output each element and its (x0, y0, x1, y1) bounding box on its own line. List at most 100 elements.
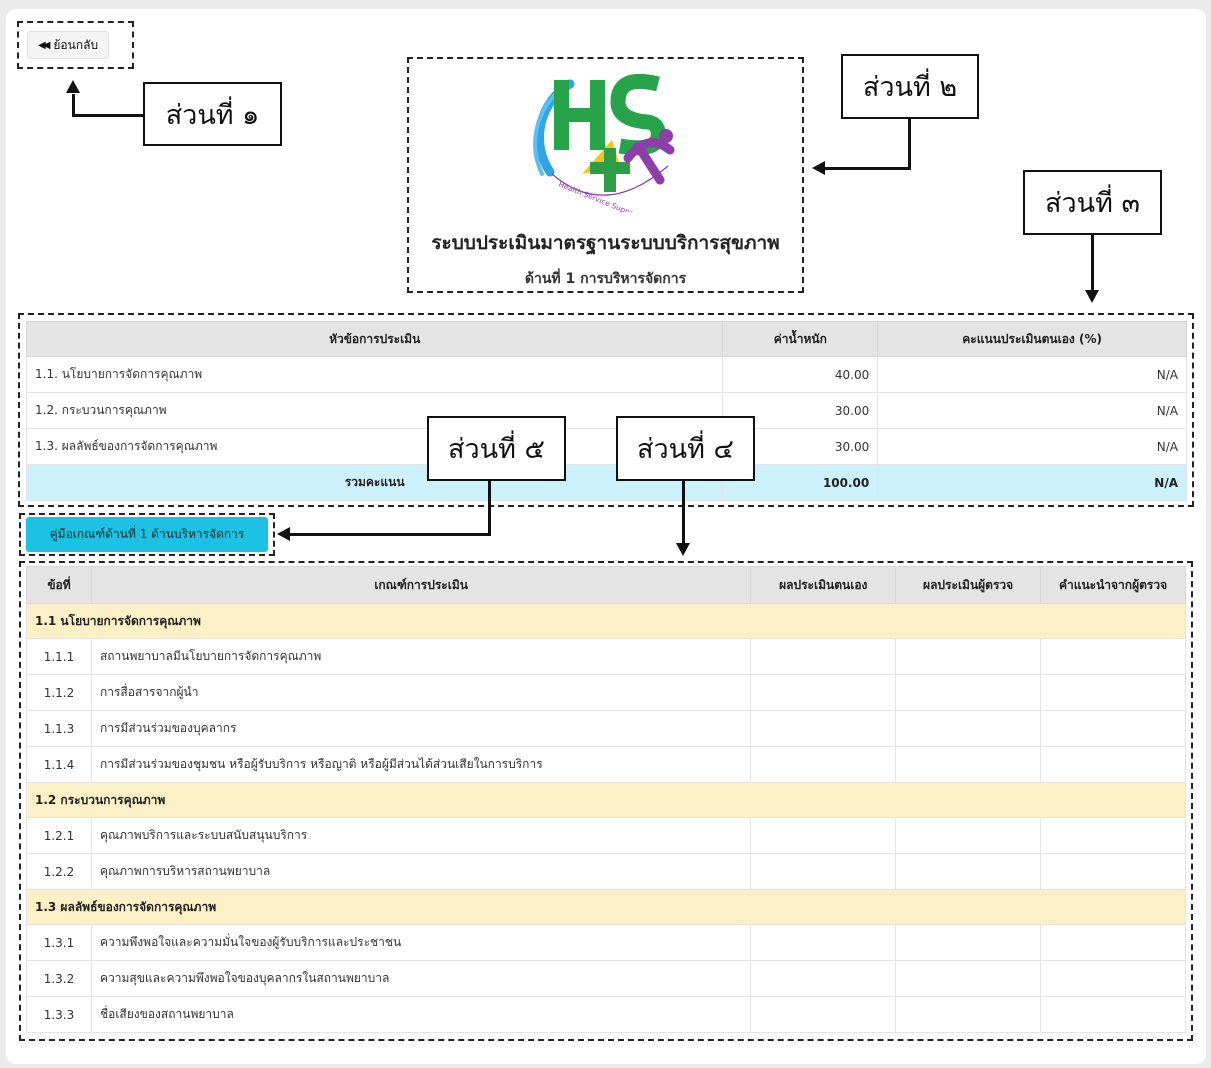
criteria-no: 1.3.3 (26, 996, 92, 1033)
header-no: ข้อที่ (26, 566, 92, 604)
svg-text:Health Service Support Standar: Health Service Support Standard System (557, 180, 690, 212)
group-title: 1.3 ผลลัพธ์ของการจัดการคุณภาพ (26, 889, 1186, 925)
inspector-result-cell (895, 853, 1042, 890)
summary-row: 1.3. ผลลัพธ์ของการจัดการคุณภาพ 30.00 N/A (25, 428, 1187, 465)
inspector-result-cell (895, 817, 1042, 854)
hs4-logo: Health Service Support Standard System (520, 62, 703, 245)
back-button[interactable]: ◀◀ ย้อนกลับ (27, 31, 110, 59)
page-title: ระบบประเมินมาตรฐานระบบบริการสุขภาพ (431, 232, 780, 254)
callout5-connector (488, 480, 491, 536)
callout-part5: ส่วนที่ ๕ (427, 416, 566, 481)
group-title: 1.2 กระบวนการคุณภาพ (26, 782, 1186, 818)
page-subtitle: ด้านที่ 1 การบริหารจัดการ (524, 271, 687, 287)
inspector-result-cell (895, 638, 1042, 675)
summary-score: N/A (877, 428, 1187, 465)
self-result-cell (750, 746, 897, 783)
callout-part2: ส่วนที่ ๒ (841, 54, 979, 119)
criteria-text: ชื่อเสียงของสถานพยาบาล (90, 996, 752, 1033)
header-inspector-advice: คำแนะนำจากผู้ตรวจ (1040, 566, 1186, 604)
criteria-no: 1.3.1 (26, 924, 92, 961)
summary-total-row: รวมคะแนน 100.00 N/A (25, 464, 1187, 501)
criteria-text: การสื่อสารจากผู้นำ (90, 674, 752, 711)
callout-part1: ส่วนที่ ๑ (143, 82, 282, 146)
criteria-row: 1.1.2 การสื่อสารจากผู้นำ (26, 674, 1186, 711)
inspector-advice-cell (1040, 924, 1186, 961)
self-result-cell (750, 710, 897, 747)
callout2-connector (908, 118, 911, 170)
criteria-no: 1.2.2 (26, 853, 92, 890)
criteria-text: ความพึงพอใจและความมั่นใจของผู้รับบริการแ… (90, 924, 752, 961)
callout-part4: ส่วนที่ ๔ (616, 416, 755, 481)
criteria-text: การมีส่วนร่วมของบุคลากร (90, 710, 752, 747)
inspector-result-cell (895, 710, 1042, 747)
criteria-header-row: ข้อที่ เกณฑ์การประเมิน ผลประเมินตนเอง ผล… (26, 566, 1186, 604)
criteria-row: 1.3.2 ความสุขและความพึงพอใจของบุคลากรในส… (26, 960, 1186, 997)
callout-part3: ส่วนที่ ๓ (1023, 170, 1162, 235)
criteria-row: 1.1.4 การมีส่วนร่วมของชุมชน หรือผู้รับบร… (26, 746, 1186, 783)
self-result-cell (750, 996, 897, 1033)
inspector-advice-cell (1040, 674, 1186, 711)
manual-button[interactable]: คู่มือเกณฑ์ด้านที่ 1 ด้านบริหารจัดการ (26, 517, 268, 552)
criteria-text: คุณภาพการบริหารสถานพยาบาล (90, 853, 752, 890)
criteria-table: ข้อที่ เกณฑ์การประเมิน ผลประเมินตนเอง ผล… (26, 566, 1186, 1033)
summary-row: 1.1. นโยบายการจัดการคุณภาพ 40.00 N/A (25, 356, 1187, 393)
callout2-arrowhead (812, 161, 825, 175)
header-self-result: ผลประเมินตนเอง (750, 566, 897, 604)
criteria-no: 1.1.2 (26, 674, 92, 711)
criteria-no: 1.1.3 (26, 710, 92, 747)
criteria-text: ความสุขและความพึงพอใจของบุคลากรในสถานพยา… (90, 960, 752, 997)
summary-score: N/A (877, 356, 1187, 393)
inspector-advice-cell (1040, 996, 1186, 1033)
criteria-group-row: 1.2 กระบวนการคุณภาพ (26, 782, 1186, 818)
criteria-row: 1.3.3 ชื่อเสียงของสถานพยาบาล (26, 996, 1186, 1033)
criteria-row: 1.1.3 การมีส่วนร่วมของบุคลากร (26, 710, 1186, 747)
inspector-advice-cell (1040, 746, 1186, 783)
criteria-no: 1.1.4 (26, 746, 92, 783)
total-score: N/A (877, 464, 1187, 501)
criteria-group-row: 1.1 นโยบายการจัดการคุณภาพ (26, 603, 1186, 639)
self-result-cell (750, 960, 897, 997)
callout1-connector (72, 114, 145, 117)
criteria-row: 1.1.1 สถานพยาบาลมีนโยบายการจัดการคุณภาพ (26, 638, 1186, 675)
callout5-connector (290, 533, 491, 536)
self-result-cell (750, 853, 897, 890)
criteria-text: สถานพยาบาลมีนโยบายการจัดการคุณภาพ (90, 638, 752, 675)
callout1-arrowhead (66, 80, 80, 93)
self-result-cell (750, 674, 897, 711)
header-weight: ค่าน้ำหนัก (722, 321, 879, 357)
header-self-score: คะแนนประเมินตนเอง (%) (877, 321, 1187, 357)
criteria-text: คุณภาพบริการและระบบสนับสนุนบริการ (90, 817, 752, 854)
criteria-text: การมีส่วนร่วมของชุมชน หรือผู้รับบริการ ห… (90, 746, 752, 783)
summary-row: 1.2. กระบวนการคุณภาพ 30.00 N/A (25, 392, 1187, 429)
self-result-cell (750, 638, 897, 675)
callout5-arrowhead (277, 527, 290, 541)
inspector-result-cell (895, 674, 1042, 711)
criteria-row: 1.2.1 คุณภาพบริการและระบบสนับสนุนบริการ (26, 817, 1186, 854)
inspector-result-cell (895, 996, 1042, 1033)
criteria-no: 1.3.2 (26, 960, 92, 997)
criteria-group-row: 1.3 ผลลัพธ์ของการจัดการคุณภาพ (26, 889, 1186, 925)
callout4-connector (682, 480, 685, 544)
criteria-row: 1.2.2 คุณภาพการบริหารสถานพยาบาล (26, 853, 1186, 890)
inspector-advice-cell (1040, 960, 1186, 997)
group-title: 1.1 นโยบายการจัดการคุณภาพ (26, 603, 1186, 639)
inspector-advice-cell (1040, 710, 1186, 747)
callout3-arrowhead (1085, 290, 1099, 303)
self-result-cell (750, 817, 897, 854)
summary-topic: 1.1. นโยบายการจัดการคุณภาพ (25, 356, 724, 393)
inspector-result-cell (895, 746, 1042, 783)
back-button-label: ย้อนกลับ (53, 37, 99, 52)
summary-weight: 40.00 (722, 356, 879, 393)
summary-table: หัวข้อการประเมิน ค่าน้ำหนัก คะแนนประเมิน… (25, 321, 1187, 501)
header-criteria: เกณฑ์การประเมิน (90, 566, 752, 604)
criteria-no: 1.2.1 (26, 817, 92, 854)
double-left-arrow-icon: ◀◀ (38, 39, 51, 51)
callout4-arrowhead (676, 543, 690, 556)
callout1-connector (72, 94, 75, 116)
summary-score: N/A (877, 392, 1187, 429)
self-result-cell (750, 924, 897, 961)
header-topic: หัวข้อการประเมิน (25, 321, 724, 357)
inspector-result-cell (895, 960, 1042, 997)
callout3-connector (1091, 235, 1094, 292)
callout2-connector (824, 167, 911, 170)
